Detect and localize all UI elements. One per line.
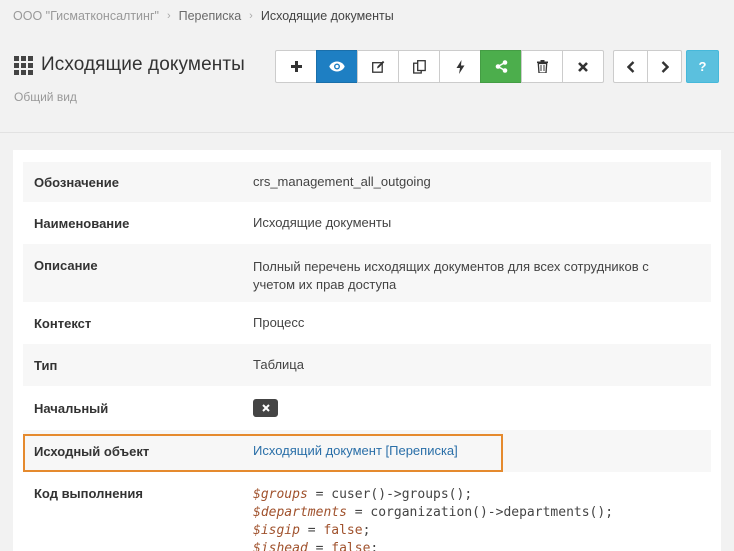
- close-icon: [578, 61, 588, 72]
- field-label: Контекст: [34, 315, 92, 331]
- field-value: Исходящие документы: [253, 215, 392, 230]
- field-label: Обозначение: [34, 174, 119, 190]
- delete-button[interactable]: [521, 50, 563, 83]
- field-row-exec-code: Код выполнения $groups = cuser()->groups…: [23, 473, 711, 551]
- lightning-icon: [456, 59, 464, 74]
- edit-button[interactable]: [357, 50, 399, 83]
- field-row-name: Наименование Исходящие документы: [23, 203, 711, 243]
- field-row-context: Контекст Процесс: [23, 303, 711, 343]
- field-label: Начальный: [34, 400, 109, 416]
- help-button[interactable]: ?: [686, 50, 719, 83]
- code-block: $groups = cuser()->groups(); $departments…: [253, 487, 614, 551]
- breadcrumb-current: Исходящие документы: [260, 9, 394, 23]
- grid-icon: [14, 55, 33, 75]
- false-badge: [253, 399, 278, 417]
- field-row-initial: Начальный: [23, 387, 711, 429]
- copy-icon: [412, 59, 426, 74]
- chevron-right-icon: ›: [249, 10, 253, 22]
- page-header: Исходящие документы: [14, 54, 245, 76]
- edit-icon: [371, 60, 384, 73]
- copy-button[interactable]: [398, 50, 440, 83]
- field-value: Таблица: [253, 357, 304, 372]
- close-button[interactable]: [562, 50, 604, 83]
- field-value: crs_management_all_outgoing: [253, 174, 431, 189]
- action-button[interactable]: [439, 50, 481, 83]
- field-label: Код выполнения: [34, 486, 143, 501]
- breadcrumb-org[interactable]: ООО "Гисматконсалтинг": [13, 9, 159, 23]
- field-row-type: Тип Таблица: [23, 344, 711, 386]
- header-divider: [0, 132, 734, 133]
- breadcrumb: ООО "Гисматконсалтинг" › Переписка › Исх…: [13, 8, 394, 24]
- next-button[interactable]: [647, 50, 682, 83]
- eye-icon: [329, 61, 345, 72]
- chevron-right-icon: ›: [166, 10, 171, 22]
- previous-button[interactable]: [613, 50, 648, 83]
- field-value: Процесс: [253, 315, 305, 330]
- highlight-box: [23, 434, 503, 472]
- details-panel: Обозначение crs_management_all_outgoing …: [13, 150, 721, 551]
- share-icon: [495, 60, 507, 73]
- share-button[interactable]: [480, 50, 522, 83]
- field-value: Полный перечень исходящих документов для…: [253, 259, 649, 292]
- field-row-designation: Обозначение crs_management_all_outgoing: [23, 162, 711, 202]
- add-button[interactable]: [275, 50, 317, 83]
- close-icon: [261, 404, 270, 412]
- plus-icon: [290, 61, 302, 72]
- page-title: Исходящие документы: [41, 54, 245, 75]
- field-label: Описание: [34, 258, 98, 273]
- chevron-left-icon: [626, 60, 634, 73]
- toolbar: [275, 50, 604, 83]
- chevron-right-icon: [661, 60, 669, 73]
- field-label: Тип: [34, 357, 58, 373]
- page-subtitle: Общий вид: [14, 90, 77, 104]
- view-button[interactable]: [316, 50, 358, 83]
- field-row-description: Описание Полный перечень исходящих докум…: [23, 244, 711, 302]
- navigation-group: [613, 50, 682, 83]
- field-label: Наименование: [34, 215, 130, 231]
- field-value: [253, 399, 711, 417]
- breadcrumb-section[interactable]: Переписка: [179, 9, 242, 23]
- trash-icon: [536, 60, 548, 73]
